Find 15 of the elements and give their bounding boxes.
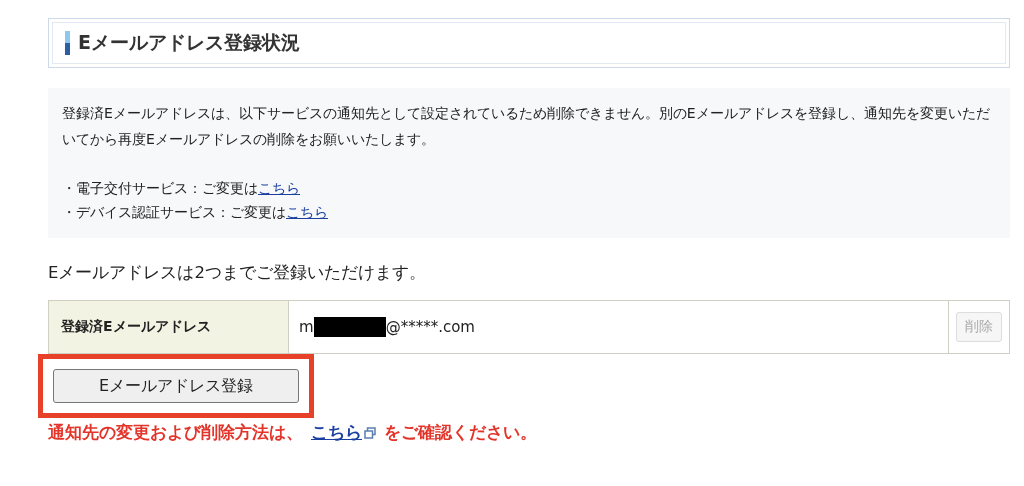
external-link-icon (364, 427, 376, 439)
footer-text: 通知先の変更および削除方法は、 (48, 422, 303, 444)
change-link[interactable]: こちら (258, 180, 300, 196)
limit-text: Eメールアドレスは2つまでご登録いただけます。 (48, 262, 427, 284)
footer-text: をご確認ください。 (384, 422, 537, 444)
service-item: ・電子交付サービス：ご変更は こちら (62, 179, 301, 198)
help-link[interactable]: こちら (311, 422, 362, 444)
service-item: ・デバイス認証サービス：ご変更は こちら (62, 203, 329, 222)
bar-icon (65, 31, 70, 55)
email-address: m @*****.com (299, 317, 475, 337)
section-heading: Eメールアドレス登録状況 (78, 30, 300, 55)
register-button[interactable]: Eメールアドレス登録 (53, 369, 299, 403)
notice-text: 登録済Eメールアドレスは、以下サービスの通知先として設定されているため削除できません。別のEメールアドレスを登録し、通知先を変更いただいてから再度Eメールアドレスの削除をお願いいたします。 (62, 104, 991, 149)
table-header-cell: 登録済Eメールアドレス (49, 301, 289, 353)
change-link[interactable]: こちら (286, 204, 328, 220)
